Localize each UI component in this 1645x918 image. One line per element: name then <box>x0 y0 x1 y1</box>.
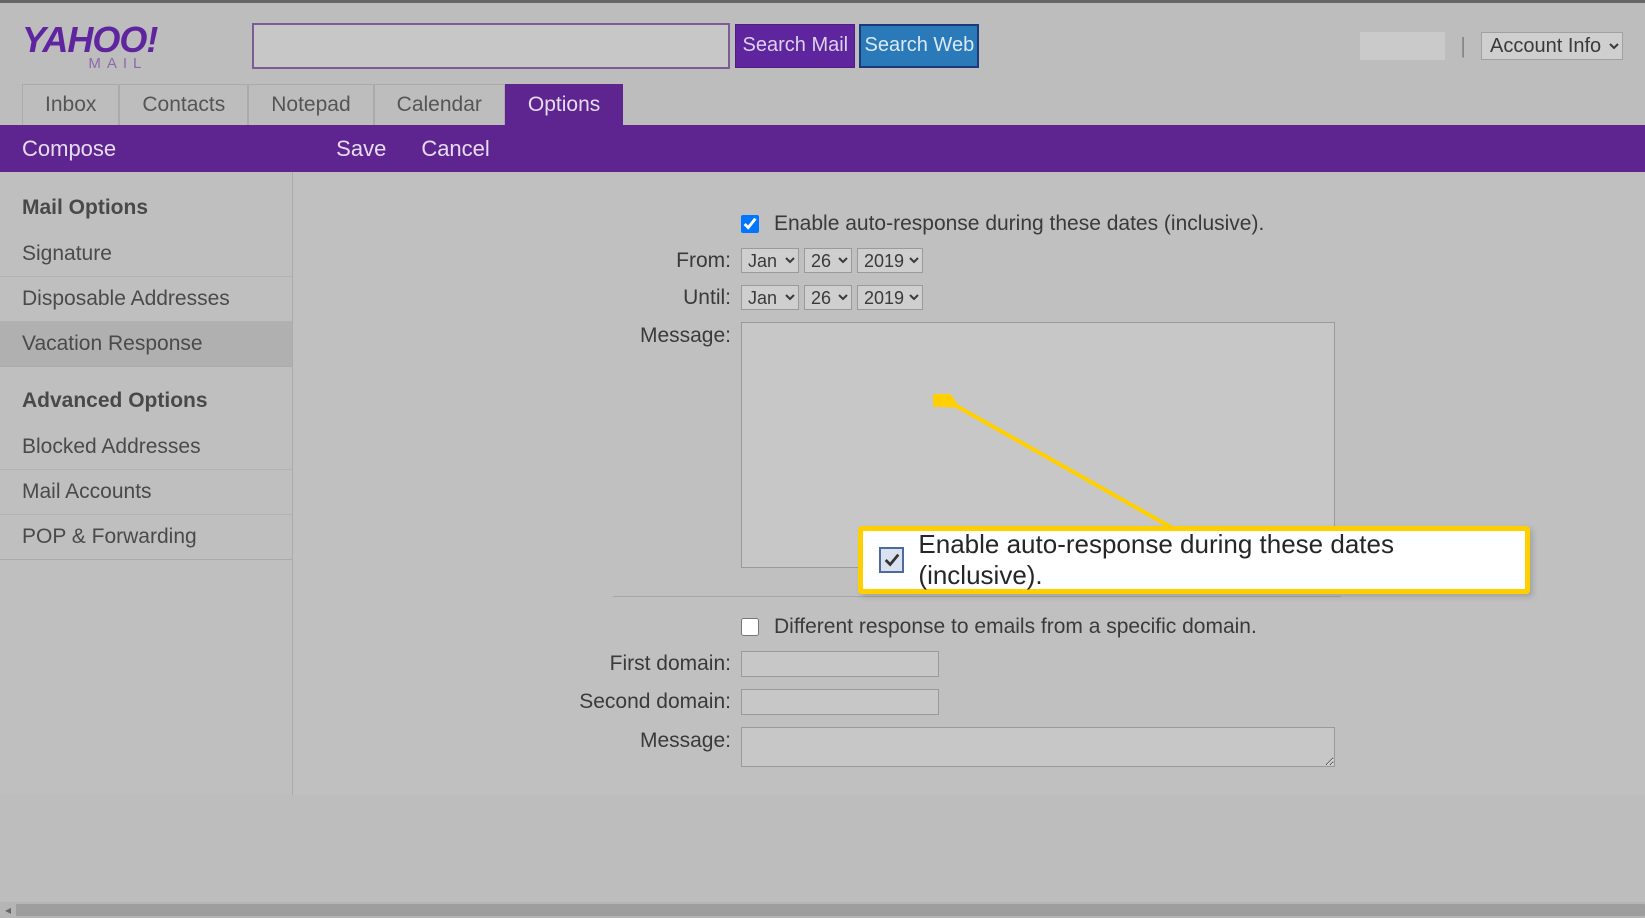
avatar <box>1360 32 1445 60</box>
compose-button[interactable]: Compose <box>22 136 116 162</box>
message-label: Message: <box>293 322 741 348</box>
sidebar-item-blocked-addresses[interactable]: Blocked Addresses <box>0 425 292 469</box>
horizontal-scrollbar[interactable]: ◂ <box>0 902 1645 918</box>
top-bar: YAHOO! MAIL Search Mail Search Web | Acc… <box>0 3 1645 88</box>
until-day-select[interactable]: 26 <box>804 285 852 310</box>
tab-contacts[interactable]: Contacts <box>119 84 248 125</box>
sidebar-item-pop-forwarding[interactable]: POP & Forwarding <box>0 514 292 559</box>
search-input[interactable] <box>252 23 730 69</box>
search-wrap: Search Mail Search Web <box>252 23 979 69</box>
first-domain-input[interactable] <box>741 651 939 677</box>
search-mail-button[interactable]: Search Mail <box>735 24 855 68</box>
message2-label: Message: <box>293 727 741 753</box>
from-label: From: <box>293 249 741 273</box>
from-month-select[interactable]: Jan <box>741 248 799 273</box>
callout-checkbox-icon <box>879 547 904 573</box>
until-label: Until: <box>293 286 741 310</box>
sidebar-item-mail-accounts[interactable]: Mail Accounts <box>0 469 292 514</box>
sidebar-item-signature[interactable]: Signature <box>0 232 292 276</box>
enable-auto-response-checkbox[interactable] <box>741 215 759 233</box>
main-pane: Enable auto-response during these dates … <box>293 172 1645 795</box>
until-year-select[interactable]: 2019 <box>857 285 923 310</box>
scroll-track[interactable] <box>16 904 1645 916</box>
tabs-row: Inbox Contacts Notepad Calendar Options <box>0 88 1645 125</box>
sidebar-header-mail-options: Mail Options <box>0 192 292 232</box>
domain-message-textarea[interactable] <box>741 727 1335 767</box>
account-info-select[interactable]: Account Info <box>1481 32 1623 60</box>
logo-bang: ! <box>146 19 157 60</box>
tab-calendar[interactable]: Calendar <box>374 84 505 125</box>
content-row: Mail Options Signature Disposable Addres… <box>0 172 1645 795</box>
different-response-label: Different response to emails from a spec… <box>774 615 1257 639</box>
section-separator <box>613 596 1341 597</box>
tab-options[interactable]: Options <box>505 84 623 125</box>
account-separator: | <box>1460 33 1466 59</box>
sidebar-header-advanced-options: Advanced Options <box>0 385 292 425</box>
tab-inbox[interactable]: Inbox <box>22 84 119 125</box>
yahoo-mail-logo: YAHOO! MAIL <box>22 19 157 72</box>
callout-box: Enable auto-response during these dates … <box>858 526 1530 594</box>
sidebar-item-disposable-addresses[interactable]: Disposable Addresses <box>0 276 292 321</box>
sidebar: Mail Options Signature Disposable Addres… <box>0 172 293 795</box>
until-month-select[interactable]: Jan <box>741 285 799 310</box>
second-domain-label: Second domain: <box>293 690 741 714</box>
logo-brand-text: YAHOO <box>22 19 146 60</box>
search-web-button[interactable]: Search Web <box>859 24 979 68</box>
scroll-left-arrow-icon[interactable]: ◂ <box>0 903 16 917</box>
cancel-button[interactable]: Cancel <box>421 136 489 162</box>
second-domain-input[interactable] <box>741 689 939 715</box>
from-day-select[interactable]: 26 <box>804 248 852 273</box>
action-bar: Compose Save Cancel <box>0 125 1645 172</box>
callout-text: Enable auto-response during these dates … <box>918 529 1509 591</box>
from-year-select[interactable]: 2019 <box>857 248 923 273</box>
account-area: | Account Info <box>1360 32 1623 60</box>
different-response-checkbox[interactable] <box>741 618 759 636</box>
save-button[interactable]: Save <box>336 136 386 162</box>
enable-auto-response-label: Enable auto-response during these dates … <box>774 212 1264 236</box>
tab-notepad[interactable]: Notepad <box>248 84 373 125</box>
sidebar-item-vacation-response[interactable]: Vacation Response <box>0 321 292 366</box>
first-domain-label: First domain: <box>293 652 741 676</box>
